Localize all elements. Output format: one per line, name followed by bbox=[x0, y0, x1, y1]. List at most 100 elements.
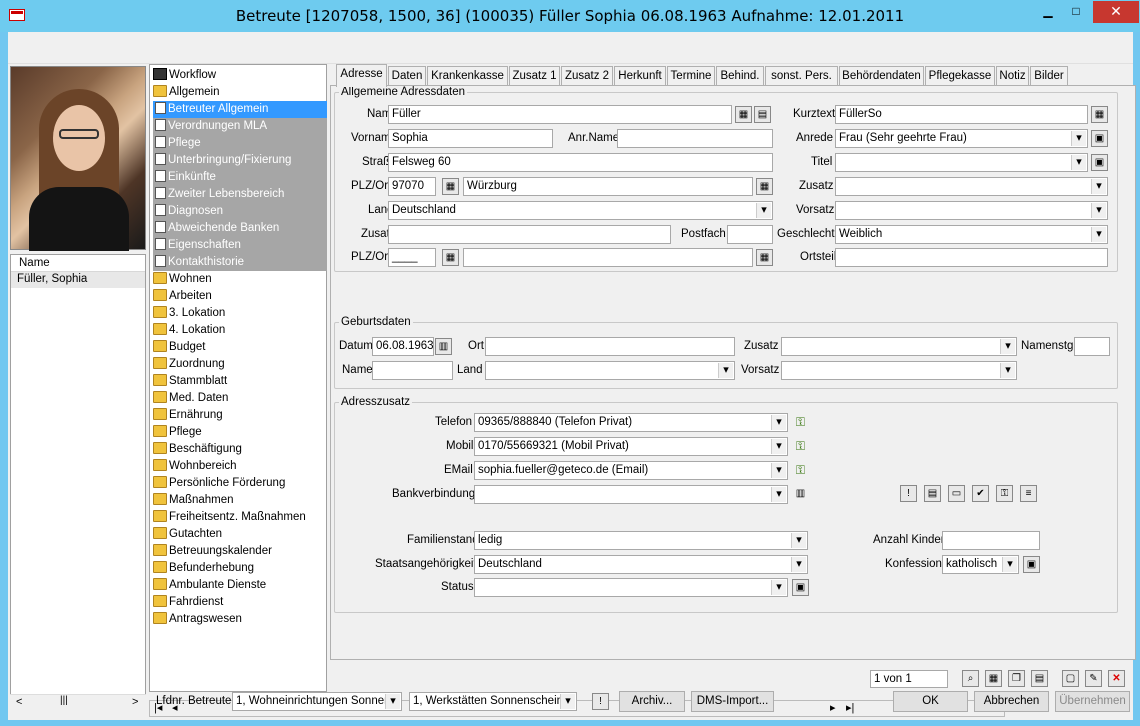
close-button[interactable]: ✕ bbox=[1093, 1, 1139, 23]
tab-bilder[interactable]: Bilder bbox=[1030, 66, 1068, 86]
name-list-header[interactable]: Name bbox=[11, 255, 145, 272]
tab-notiz[interactable]: Notiz bbox=[996, 66, 1029, 86]
tree-item[interactable]: Zweiter Lebensbereich bbox=[155, 186, 284, 203]
tree-item[interactable]: 3. Lokation bbox=[153, 305, 225, 322]
ort-field[interactable]: Würzburg bbox=[463, 177, 753, 196]
anrede-edit-icon[interactable]: ▣ bbox=[1091, 130, 1108, 147]
archiv-button[interactable]: Archiv... bbox=[619, 691, 685, 712]
warning-icon[interactable]: ! bbox=[900, 485, 917, 502]
namenstag-field[interactable] bbox=[1074, 337, 1110, 356]
search-icon[interactable]: ⌕ bbox=[962, 670, 979, 687]
note-icon[interactable]: ≡ bbox=[1020, 485, 1037, 502]
tree-item[interactable]: Einkünfte bbox=[155, 169, 216, 186]
mobil-select[interactable]: 0170/55669321 (Mobil Privat) bbox=[474, 437, 788, 456]
maximize-button[interactable]: □ bbox=[1060, 1, 1092, 23]
konfession-select[interactable]: katholisch bbox=[942, 555, 1019, 574]
anzahl-kinder-field[interactable] bbox=[942, 531, 1040, 550]
kurztext-field[interactable]: FüllerSo bbox=[835, 105, 1088, 124]
filter-icon[interactable]: ▦ bbox=[985, 670, 1002, 687]
tab-sonst-pers[interactable]: sonst. Pers. bbox=[765, 66, 838, 86]
konfession-edit-icon[interactable]: ▣ bbox=[1023, 556, 1040, 573]
tree-item[interactable]: Arbeiten bbox=[153, 288, 212, 305]
status-select[interactable] bbox=[474, 578, 788, 597]
tab-termine[interactable]: Termine bbox=[667, 66, 715, 86]
key-icon[interactable]: ⚿ bbox=[996, 485, 1013, 502]
geburt-name-field[interactable] bbox=[372, 361, 453, 380]
paste-icon[interactable]: ▤ bbox=[1031, 670, 1048, 687]
name-doc-icon[interactable]: ▤ bbox=[754, 106, 771, 123]
geburt-vorsatz-select[interactable] bbox=[781, 361, 1017, 380]
tree-item[interactable]: Eigenschaften bbox=[155, 237, 241, 254]
plz-lookup-icon[interactable]: ▦ bbox=[442, 178, 459, 195]
plz2-lookup-icon[interactable]: ▦ bbox=[442, 249, 459, 266]
tab-behind[interactable]: Behind. bbox=[716, 66, 764, 86]
cabinet-icon[interactable]: ▭ bbox=[948, 485, 965, 502]
dms-import-button[interactable]: DMS-Import... bbox=[691, 691, 774, 712]
vorsatz-select[interactable] bbox=[835, 201, 1108, 220]
tree-item[interactable]: Freiheitsentz. Maßnahmen bbox=[153, 509, 306, 526]
geburt-land-select[interactable] bbox=[485, 361, 735, 380]
tab-daten[interactable]: Daten bbox=[388, 66, 426, 86]
tree-item[interactable]: Unterbringung/Fixierung bbox=[155, 152, 291, 169]
tree-item[interactable]: Beschäftigung bbox=[153, 441, 242, 458]
ortsteil-field[interactable] bbox=[835, 248, 1108, 267]
ort-lookup-icon[interactable]: ▦ bbox=[756, 178, 773, 195]
tree-item[interactable]: Abweichende Banken bbox=[155, 220, 279, 237]
tree-item[interactable]: Betreuungskalender bbox=[153, 543, 272, 560]
tree-item[interactable]: Med. Daten bbox=[153, 390, 228, 407]
tree-item[interactable]: Workflow bbox=[153, 67, 216, 84]
vorname-field[interactable]: Sophia bbox=[388, 129, 553, 148]
anrede-select[interactable]: Frau (Sehr geehrte Frau) bbox=[835, 129, 1088, 148]
uebernehmen-button[interactable]: Übernehmen bbox=[1055, 691, 1130, 712]
titel-select[interactable] bbox=[835, 153, 1088, 172]
document-icon[interactable]: ▤ bbox=[924, 485, 941, 502]
tree-item[interactable]: Ambulante Dienste bbox=[153, 577, 266, 594]
tree-item[interactable]: Budget bbox=[153, 339, 205, 356]
tree-item[interactable]: Pflege bbox=[153, 424, 202, 441]
telefon-select[interactable]: 09365/888840 (Telefon Privat) bbox=[474, 413, 788, 432]
edit-record-icon[interactable]: ✎ bbox=[1085, 670, 1102, 687]
tree-item[interactable]: Fahrdienst bbox=[153, 594, 223, 611]
ok-button[interactable]: OK bbox=[893, 691, 968, 712]
delete-icon[interactable]: ✕ bbox=[1108, 670, 1125, 687]
geburt-zusatz-select[interactable] bbox=[781, 337, 1017, 356]
bankverbindung-select[interactable] bbox=[474, 485, 788, 504]
tree-item[interactable]: Pflege bbox=[155, 135, 201, 152]
postfach-field[interactable] bbox=[727, 225, 773, 244]
tree-item[interactable]: Betreuter Allgemein bbox=[155, 101, 268, 118]
tree-item[interactable]: Maßnahmen bbox=[153, 492, 234, 509]
plz-field[interactable]: 97070 bbox=[388, 177, 436, 196]
name-field[interactable]: Füller bbox=[388, 105, 732, 124]
copy-icon[interactable]: ❐ bbox=[1008, 670, 1025, 687]
mobil-key-icon[interactable]: ⚿ bbox=[792, 438, 809, 455]
tree-item[interactable]: Allgemein bbox=[153, 84, 220, 101]
ort2-field[interactable] bbox=[463, 248, 753, 267]
tab-zusatz-1[interactable]: Zusatz 1 bbox=[509, 66, 560, 86]
email-select[interactable]: sophia.fueller@geteco.de (Email) bbox=[474, 461, 788, 480]
titel-edit-icon[interactable]: ▣ bbox=[1091, 154, 1108, 171]
tab-zusatz-2[interactable]: Zusatz 2 bbox=[561, 66, 613, 86]
zusatz-field[interactable] bbox=[388, 225, 671, 244]
geburt-datum-field[interactable]: 06.08.1963 bbox=[372, 337, 434, 356]
ort2-lookup-icon[interactable]: ▦ bbox=[756, 249, 773, 266]
tree-item[interactable]: Wohnbereich bbox=[153, 458, 237, 475]
tree-item[interactable]: Verordnungen MLA bbox=[155, 118, 267, 135]
familienstand-select[interactable]: ledig bbox=[474, 531, 808, 550]
tab-krankenkasse[interactable]: Krankenkasse bbox=[427, 66, 508, 86]
calendar-icon[interactable]: ▥ bbox=[435, 338, 452, 355]
tree-item[interactable]: Gutachten bbox=[153, 526, 222, 543]
tree-item[interactable]: Diagnosen bbox=[155, 203, 223, 220]
plz2-field[interactable]: ____ bbox=[388, 248, 436, 267]
tree-item[interactable]: 4. Lokation bbox=[153, 322, 225, 339]
geschlecht-select[interactable]: Weiblich bbox=[835, 225, 1108, 244]
tree-item[interactable]: Kontakthistorie bbox=[155, 254, 244, 271]
tree-item[interactable]: Stammblatt bbox=[153, 373, 227, 390]
abbrechen-button[interactable]: Abbrechen bbox=[974, 691, 1049, 712]
vp-icon[interactable]: ✔ bbox=[972, 485, 989, 502]
name-list-scrollbar[interactable]: < ||| > bbox=[10, 694, 146, 712]
status-edit-icon[interactable]: ▣ bbox=[792, 579, 809, 596]
lfdnr-select-2[interactable]: 1, Werkstätten Sonnenschein e bbox=[409, 692, 577, 711]
tab-adresse[interactable]: Adresse bbox=[336, 64, 387, 87]
geburt-ort-field[interactable] bbox=[485, 337, 735, 356]
staatsangehoerigkeit-select[interactable]: Deutschland bbox=[474, 555, 808, 574]
